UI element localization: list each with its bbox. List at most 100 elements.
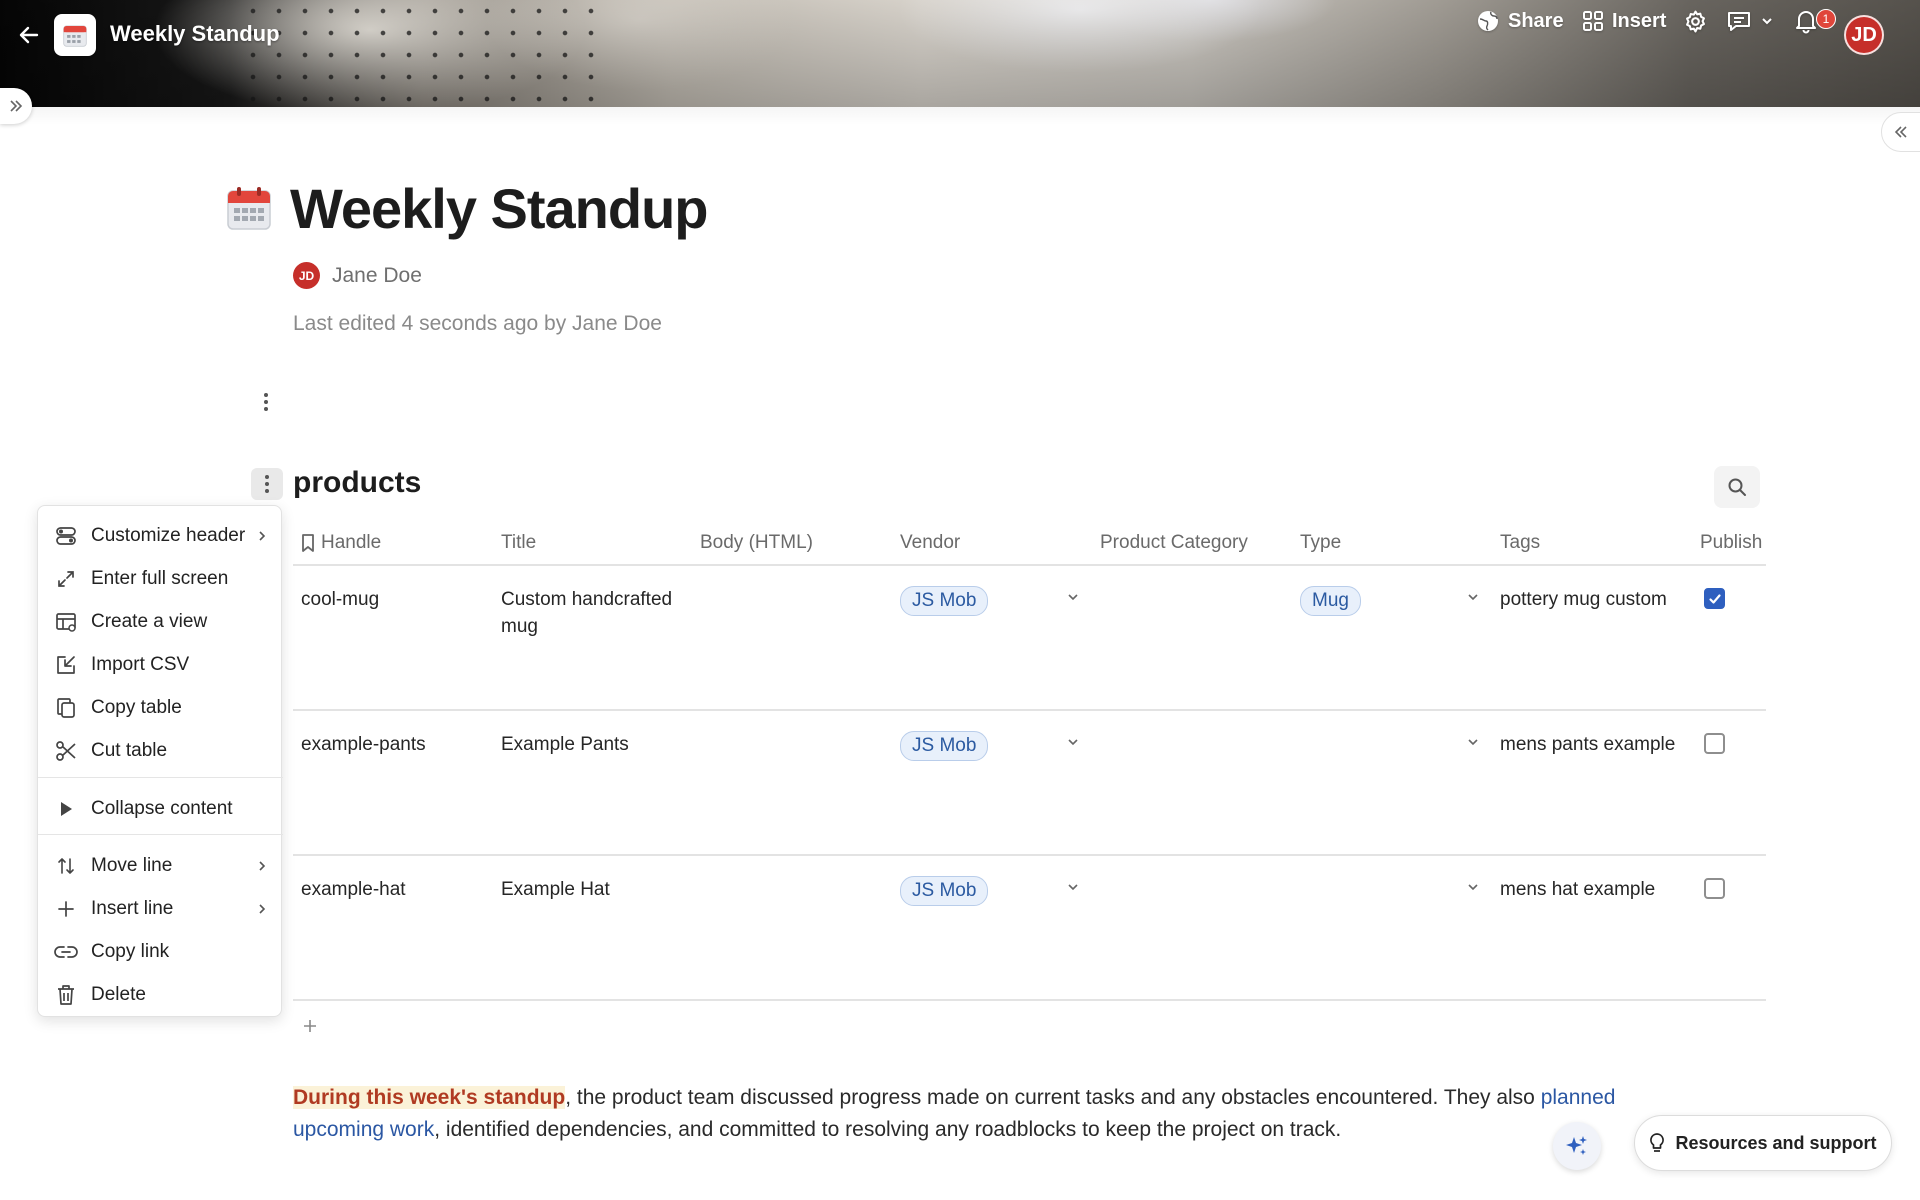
- block-handle-button[interactable]: [256, 390, 276, 414]
- cell-tags[interactable]: mens pants example: [1500, 731, 1675, 758]
- vendor-dropdown-toggle[interactable]: [1064, 878, 1082, 896]
- sparkle-icon: [1566, 1136, 1587, 1155]
- copy-icon: [54, 696, 78, 720]
- menu-item-enter-full-screen[interactable]: Enter full screen: [38, 560, 283, 598]
- menu-item-collapse-content[interactable]: Collapse content: [38, 790, 283, 828]
- menu-item-move-line[interactable]: Move line: [38, 847, 283, 885]
- cell-vendor[interactable]: JS Mob: [900, 876, 989, 906]
- published-checkbox[interactable]: [1704, 588, 1725, 609]
- arrow-left-icon: [19, 26, 39, 44]
- table-context-menu: Customize header Enter full screen Creat…: [37, 505, 283, 1017]
- move-arrows-icon: [54, 854, 78, 878]
- insert-label: Insert: [1612, 9, 1667, 32]
- cell-tags[interactable]: pottery mug custom: [1500, 586, 1667, 613]
- column-header-body[interactable]: Body (HTML): [700, 532, 813, 554]
- page-title[interactable]: Weekly Standup: [290, 176, 709, 241]
- doc-title[interactable]: Weekly Standup: [110, 21, 280, 47]
- menu-item-delete[interactable]: Delete: [38, 976, 283, 1014]
- cell-handle[interactable]: example-hat: [301, 876, 406, 903]
- share-button[interactable]: Share: [1476, 0, 1564, 42]
- type-dropdown-toggle[interactable]: [1464, 588, 1482, 606]
- published-checkbox[interactable]: [1704, 733, 1725, 754]
- top-bar: Weekly Standup Share Insert 1 JD: [0, 0, 1920, 70]
- chevron-right-icon: [255, 529, 269, 543]
- lightbulb-icon: [1650, 1133, 1665, 1152]
- published-checkbox[interactable]: [1704, 878, 1725, 899]
- add-row-button[interactable]: [298, 1014, 322, 1038]
- table-row: example-hat Example Hat JS Mob mens hat …: [293, 856, 1766, 1001]
- cell-vendor[interactable]: JS Mob: [900, 586, 989, 616]
- vendor-dropdown-toggle[interactable]: [1064, 733, 1082, 751]
- menu-item-insert-line[interactable]: Insert line: [38, 890, 283, 928]
- menu-item-copy-link[interactable]: Copy link: [38, 933, 283, 971]
- chevron-right-icon: [255, 859, 269, 873]
- comments-button[interactable]: [1726, 0, 1774, 42]
- bell-icon: [1796, 11, 1816, 34]
- chevron-down-icon: [1762, 18, 1772, 25]
- vendor-pill: JS Mob: [900, 876, 989, 906]
- ai-assistant-button[interactable]: [1553, 1122, 1601, 1170]
- column-header-published[interactable]: Publish: [1700, 532, 1762, 554]
- cell-tags[interactable]: mens hat example: [1500, 876, 1655, 903]
- notification-badge: 1: [1816, 9, 1836, 29]
- table-title[interactable]: products: [293, 466, 421, 500]
- cell-type[interactable]: Mug: [1300, 586, 1361, 616]
- doc-icon-button[interactable]: [54, 14, 96, 56]
- summary-paragraph[interactable]: During this week's standup, the product …: [293, 1082, 1623, 1146]
- page-calendar-icon[interactable]: [226, 186, 272, 232]
- user-avatar[interactable]: JD: [1844, 15, 1884, 55]
- column-header-title[interactable]: Title: [501, 532, 536, 554]
- column-header-handle[interactable]: Handle: [301, 532, 381, 554]
- expand-right-panel-button[interactable]: [1881, 112, 1920, 152]
- insert-button[interactable]: Insert: [1582, 0, 1666, 42]
- type-pill: Mug: [1300, 586, 1361, 616]
- search-icon: [1728, 478, 1746, 496]
- chevron-down-icon: [1068, 594, 1078, 601]
- chevron-right-icon: [255, 902, 269, 916]
- cell-handle[interactable]: example-pants: [301, 731, 426, 758]
- vendor-pill: JS Mob: [900, 731, 989, 761]
- column-header-type[interactable]: Type: [1300, 532, 1341, 554]
- products-table: Handle Title Body (HTML) Vendor Product …: [293, 522, 1766, 1004]
- menu-item-copy-table[interactable]: Copy table: [38, 689, 283, 727]
- plus-icon: [304, 1020, 316, 1032]
- table-handle-button[interactable]: [251, 468, 283, 500]
- scissors-icon: [54, 739, 78, 763]
- column-header-tags[interactable]: Tags: [1500, 532, 1540, 554]
- cell-vendor[interactable]: JS Mob: [900, 731, 989, 761]
- comment-icon: [1728, 12, 1750, 31]
- cell-title[interactable]: Example Pants: [501, 731, 691, 758]
- share-label: Share: [1508, 9, 1564, 32]
- type-dropdown-toggle[interactable]: [1464, 878, 1482, 896]
- double-chevron-right-icon: [10, 100, 23, 112]
- highlighted-text: During this week's standup: [293, 1086, 566, 1109]
- notifications-button[interactable]: [1794, 0, 1818, 42]
- toggle-icon: [54, 524, 78, 548]
- menu-item-create-view[interactable]: Create a view: [38, 603, 283, 641]
- author-name: Jane Doe: [332, 263, 422, 287]
- resources-support-button[interactable]: Resources and support: [1634, 1115, 1892, 1171]
- double-chevron-left-icon: [1894, 126, 1907, 138]
- settings-button[interactable]: [1683, 0, 1708, 42]
- author-row: JD Jane Doe: [293, 262, 422, 289]
- table-search-button[interactable]: [1714, 466, 1760, 508]
- menu-item-cut-table[interactable]: Cut table: [38, 732, 283, 770]
- menu-item-customize-header[interactable]: Customize header: [38, 517, 283, 555]
- column-header-product-category[interactable]: Product Category: [1100, 532, 1248, 554]
- last-edited-text: Last edited 4 seconds ago by Jane Doe: [293, 312, 662, 335]
- chevron-down-icon: [1468, 739, 1478, 746]
- cell-handle[interactable]: cool-mug: [301, 586, 379, 613]
- menu-divider: [38, 834, 283, 835]
- menu-item-import-csv[interactable]: Import CSV: [38, 646, 283, 684]
- type-dropdown-toggle[interactable]: [1464, 733, 1482, 751]
- cell-title[interactable]: Example Hat: [501, 876, 691, 903]
- cell-title[interactable]: Custom handcrafted mug: [501, 586, 691, 640]
- link-icon: [54, 940, 78, 964]
- column-header-vendor[interactable]: Vendor: [900, 532, 960, 554]
- vendor-dropdown-toggle[interactable]: [1064, 588, 1082, 606]
- table-view-icon: [54, 610, 78, 634]
- vendor-pill: JS Mob: [900, 586, 989, 616]
- back-button[interactable]: [14, 20, 44, 50]
- chevron-down-icon: [1068, 739, 1078, 746]
- bookmark-icon: [302, 534, 314, 552]
